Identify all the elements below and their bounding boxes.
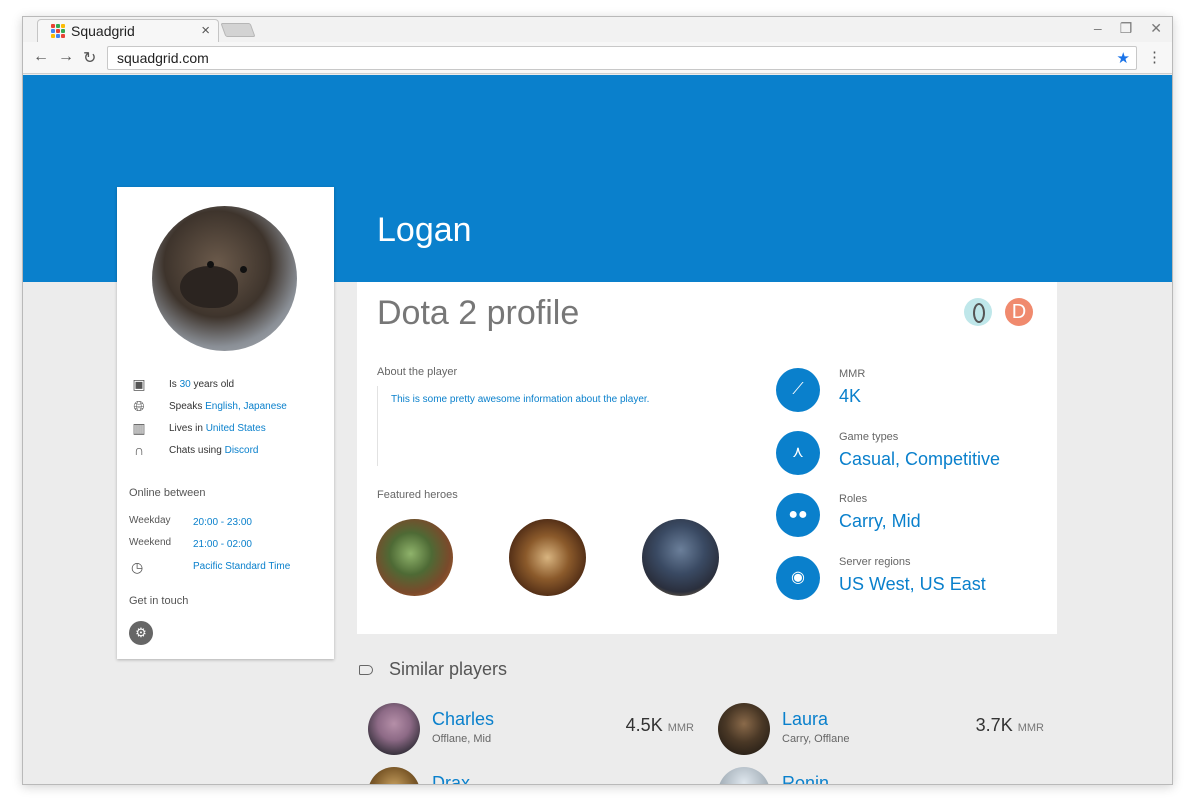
- chat-app-value[interactable]: Discord: [225, 445, 259, 456]
- stat-label: Roles: [839, 493, 868, 505]
- player-avatar: [368, 703, 420, 755]
- player-sidecard: ▣ Is 30 years old 🌐︎ Speaks English, Jap…: [117, 187, 334, 659]
- country-value[interactable]: United States: [206, 423, 266, 434]
- stat-label: Server regions: [839, 556, 911, 568]
- trending-icon: ⟋: [776, 368, 820, 412]
- player-avatar: [718, 767, 770, 784]
- restore-icon[interactable]: ❐: [1120, 20, 1133, 37]
- address-bar: ← → ↻ squadgrid.com ★ ⋮: [23, 42, 1172, 74]
- age-value[interactable]: 30: [180, 379, 191, 390]
- new-tab-button[interactable]: [220, 23, 256, 37]
- dotabuff-badge-icon[interactable]: D: [1005, 298, 1033, 326]
- browser-tab[interactable]: Squadgrid ×: [37, 19, 219, 42]
- back-icon[interactable]: ←: [33, 48, 49, 66]
- weekend-label: Weekend: [129, 537, 172, 548]
- browser-window: Squadgrid × – ❐ ✕ ← → ↻ squadgrid.com ★ …: [22, 16, 1173, 785]
- player-mmr: 4.5K MMR: [625, 715, 694, 735]
- window-controls: – ❐ ✕: [1094, 20, 1162, 37]
- bookmark-star-icon[interactable]: ★: [1117, 49, 1130, 67]
- stat-label: MMR: [839, 368, 866, 380]
- weekday-value: 20:00 - 23:00: [193, 517, 252, 528]
- tab-close-icon[interactable]: ×: [201, 22, 210, 39]
- player-avatar: [152, 206, 297, 351]
- player-avatar: [368, 767, 420, 784]
- similar-player-card[interactable]: Charles Offlane, Mid 4.5K MMR: [368, 703, 694, 763]
- player-roles: Offlane, Mid: [432, 733, 492, 745]
- player-roles: Carry, Offlane: [782, 733, 850, 745]
- hero-portrait[interactable]: [509, 519, 586, 596]
- player-avatar: [718, 703, 770, 755]
- squadgrid-favicon-icon: [51, 24, 65, 38]
- url-input[interactable]: squadgrid.com ★: [107, 46, 1137, 70]
- tab-strip: Squadgrid × – ❐ ✕: [23, 17, 1172, 42]
- profile-title: Dota 2 profile: [377, 294, 580, 332]
- headset-icon: ∩: [133, 442, 145, 458]
- avatar-eye: [207, 261, 214, 268]
- avatar-eye: [240, 266, 247, 273]
- calendar-icon: ▣: [132, 376, 146, 392]
- similar-players-title: Similar players: [389, 659, 508, 679]
- rank-badge-icon[interactable]: [964, 298, 992, 326]
- about-text: This is some pretty awesome information …: [391, 394, 650, 405]
- people-icon: ●●: [776, 493, 820, 537]
- about-box: This is some pretty awesome information …: [377, 386, 747, 466]
- city-icon: ▥: [132, 420, 146, 436]
- minimize-icon[interactable]: –: [1094, 20, 1102, 37]
- age-row: ▣ Is 30 years old: [131, 376, 234, 392]
- languages-row: 🌐︎ Speaks English, Japanese: [131, 398, 287, 414]
- page: Logan ▣ Is 30 years old 🌐︎ Speaks Englis…: [23, 75, 1172, 784]
- player-mmr: 3.7K MMR: [975, 715, 1044, 735]
- location-row: ▥ Lives in United States: [131, 420, 266, 436]
- dota-profile-card: Dota 2 profile D About the player This i…: [357, 282, 1057, 634]
- languages-value[interactable]: English, Japanese: [205, 401, 287, 412]
- similar-players-header: Similar players: [359, 659, 507, 680]
- reload-icon[interactable]: ↻: [83, 48, 96, 68]
- stat-value: Casual, Competitive: [839, 449, 1001, 469]
- player-name[interactable]: Drax: [432, 773, 470, 784]
- browser-menu-icon[interactable]: ⋮: [1147, 48, 1162, 66]
- close-window-icon[interactable]: ✕: [1150, 20, 1162, 37]
- similar-player-card[interactable]: Drax: [368, 767, 694, 784]
- globe-icon: 🌐︎: [133, 398, 145, 414]
- label-icon: [359, 664, 373, 675]
- similar-player-card[interactable]: Laura Carry, Offlane 3.7K MMR: [718, 703, 1044, 763]
- contact-title: Get in touch: [129, 595, 189, 607]
- player-name: Logan: [377, 211, 472, 249]
- hero-portrait[interactable]: [376, 519, 453, 596]
- hero-portrait[interactable]: [642, 519, 719, 596]
- age-text: Is 30 years old: [169, 378, 235, 390]
- stat-value: 4K: [839, 386, 862, 406]
- chat-row: ∩ Chats using Discord: [131, 442, 259, 458]
- stat-value: US West, US East: [839, 574, 986, 594]
- stat-value: Carry, Mid: [839, 511, 921, 531]
- game-types-icon: ⋏: [776, 431, 820, 475]
- player-name[interactable]: Laura: [782, 709, 828, 730]
- avatar-snout: [180, 266, 238, 308]
- player-name[interactable]: Ronin: [782, 773, 829, 784]
- tab-title: Squadgrid: [71, 23, 135, 39]
- url-text: squadgrid.com: [117, 50, 209, 66]
- similar-player-card[interactable]: Ronin: [718, 767, 1044, 784]
- schedule-title: Online between: [129, 487, 206, 499]
- heroes-label: Featured heroes: [377, 489, 458, 501]
- player-name[interactable]: Charles: [432, 709, 494, 730]
- forward-icon[interactable]: →: [58, 48, 74, 66]
- clock-icon: ◷: [131, 559, 144, 575]
- stat-label: Game types: [839, 431, 899, 443]
- weekday-label: Weekday: [129, 515, 171, 526]
- location-text: Lives in United States: [169, 422, 266, 434]
- steam-icon[interactable]: ⚙: [129, 621, 153, 645]
- timezone-value[interactable]: Pacific Standard Time: [193, 561, 290, 572]
- languages-text: Speaks English, Japanese: [169, 400, 287, 412]
- chat-text: Chats using Discord: [169, 444, 259, 456]
- about-label: About the player: [377, 366, 458, 378]
- globe-icon: ◉: [776, 556, 820, 600]
- weekend-value: 21:00 - 02:00: [193, 539, 252, 550]
